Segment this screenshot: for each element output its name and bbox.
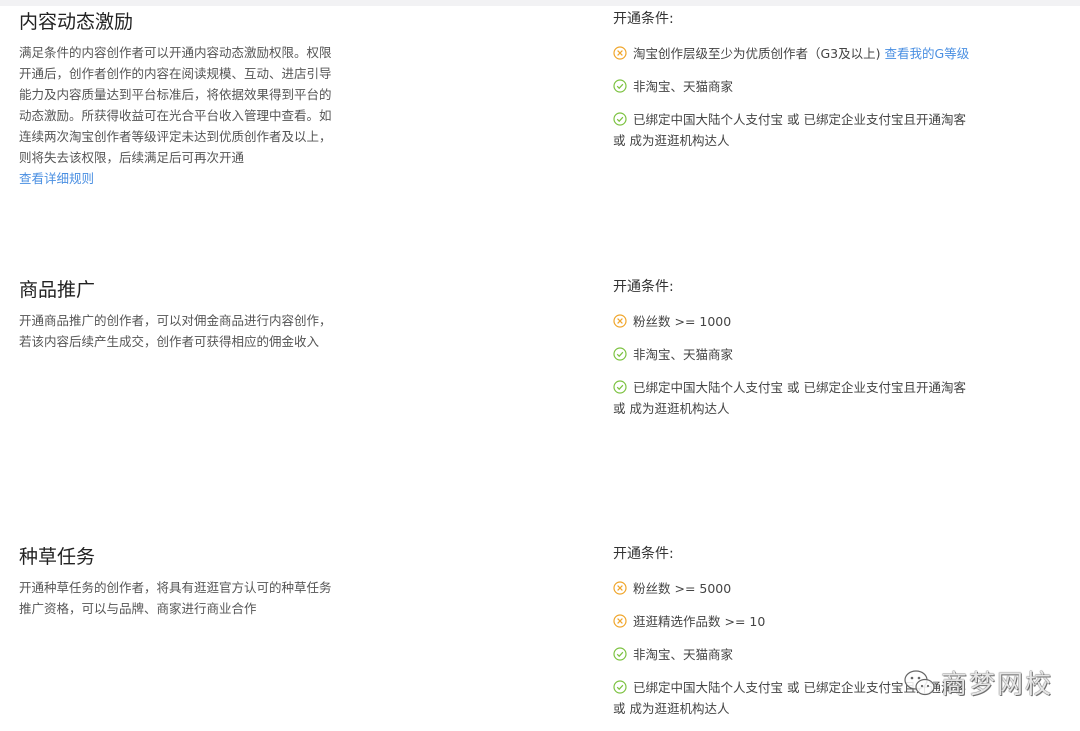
check-icon: [613, 380, 627, 394]
section-info: 种草任务 开通种草任务的创作者，将具有逛逛官方认可的种草任务 推广资格，可以与品…: [19, 545, 364, 619]
check-icon: [613, 680, 627, 694]
cross-icon: [613, 46, 627, 60]
conditions-list: 粉丝数 >= 1000 非淘宝、天猫商家 已绑定中国大陆个人支付宝 或 已绑定企…: [613, 311, 1033, 419]
desc-line: 动态激励。所获得收益可在光合平台收入管理中查看。如: [19, 108, 332, 123]
watermark: 商梦网校: [903, 664, 1053, 701]
check-icon: [613, 112, 627, 126]
desc-line: 推广资格，可以与品牌、商家进行商业合作: [19, 601, 257, 616]
check-icon: [613, 79, 627, 93]
cross-icon: [613, 581, 627, 595]
desc-line: 能力及内容质量达到平台标准后，将依据效果得到平台的: [19, 87, 332, 102]
condition-item: 已绑定中国大陆个人支付宝 或 已绑定企业支付宝且开通淘客 或 成为逛逛机构达人: [613, 109, 1033, 151]
desc-line: 满足条件的内容创作者可以开通内容动态激励权限。权限: [19, 45, 332, 60]
check-icon: [613, 647, 627, 661]
conditions-panel: 开通条件: 粉丝数 >= 5000 逛逛精选作品数 >= 10 非淘宝、天猫商家…: [613, 545, 1033, 731]
condition-text-line2: 或 成为逛逛机构达人: [613, 701, 730, 716]
condition-item: 非淘宝、天猫商家: [613, 76, 1033, 97]
condition-text: 非淘宝、天猫商家: [633, 79, 734, 94]
conditions-panel: 开通条件: 粉丝数 >= 1000 非淘宝、天猫商家 已绑定中国大陆个人支付宝 …: [613, 278, 1033, 431]
section-description: 开通种草任务的创作者，将具有逛逛官方认可的种草任务 推广资格，可以与品牌、商家进…: [19, 577, 364, 619]
condition-text-line2: 或 成为逛逛机构达人: [613, 401, 730, 416]
condition-text: 非淘宝、天猫商家: [633, 647, 734, 662]
watermark-text: 商梦网校: [941, 670, 1054, 700]
condition-text: 已绑定中国大陆个人支付宝 或 已绑定企业支付宝且开通淘客: [633, 112, 966, 127]
section-title: 商品推广: [19, 279, 96, 301]
view-rules-link[interactable]: 查看详细规则: [19, 168, 364, 189]
desc-line: 开通后，创作者创作的内容在阅读规模、互动、进店引导: [19, 66, 332, 81]
top-bar: [0, 0, 1080, 6]
condition-item: 非淘宝、天猫商家: [613, 644, 1033, 665]
condition-text: 粉丝数 >= 5000: [633, 581, 732, 596]
conditions-label: 开通条件:: [613, 279, 674, 295]
conditions-label: 开通条件:: [613, 546, 674, 562]
conditions-list: 淘宝创作层级至少为优质创作者（G3及以上) 查看我的G等级 非淘宝、天猫商家 已…: [613, 43, 1033, 151]
section-description: 满足条件的内容创作者可以开通内容动态激励权限。权限 开通后，创作者创作的内容在阅…: [19, 42, 364, 189]
condition-item: 逛逛精选作品数 >= 10: [613, 611, 1033, 632]
desc-line: 开通商品推广的创作者，可以对佣金商品进行内容创作，: [19, 313, 332, 328]
section-info: 商品推广 开通商品推广的创作者，可以对佣金商品进行内容创作， 若该内容后续产生成…: [19, 278, 364, 352]
condition-item: 粉丝数 >= 5000: [613, 578, 1033, 599]
condition-item: 粉丝数 >= 1000: [613, 311, 1033, 332]
view-g-level-link[interactable]: 查看我的G等级: [885, 46, 970, 61]
section-description: 开通商品推广的创作者，可以对佣金商品进行内容创作， 若该内容后续产生成交，创作者…: [19, 310, 364, 352]
condition-text: 逛逛精选作品数 >= 10: [633, 614, 766, 629]
condition-text: 非淘宝、天猫商家: [633, 347, 734, 362]
conditions-panel: 开通条件: 淘宝创作层级至少为优质创作者（G3及以上) 查看我的G等级 非淘宝、…: [613, 10, 1033, 163]
condition-text: 已绑定中国大陆个人支付宝 或 已绑定企业支付宝且开通淘客: [633, 380, 966, 395]
cross-icon: [613, 614, 627, 628]
section-title: 内容动态激励: [19, 11, 134, 33]
condition-text: 淘宝创作层级至少为优质创作者（G3及以上): [633, 46, 881, 61]
cross-icon: [613, 314, 627, 328]
desc-line: 开通种草任务的创作者，将具有逛逛官方认可的种草任务: [19, 580, 332, 595]
section-info: 内容动态激励 满足条件的内容创作者可以开通内容动态激励权限。权限 开通后，创作者…: [19, 10, 364, 189]
condition-text-line2: 或 成为逛逛机构达人: [613, 133, 730, 148]
desc-line: 连续两次淘宝创作者等级评定未达到优质创作者及以上，: [19, 129, 332, 144]
condition-item: 已绑定中国大陆个人支付宝 或 已绑定企业支付宝且开通淘客 或 成为逛逛机构达人: [613, 377, 1033, 419]
wechat-icon: [903, 668, 937, 698]
desc-line: 若该内容后续产生成交，创作者可获得相应的佣金收入: [19, 334, 320, 349]
check-icon: [613, 347, 627, 361]
condition-item: 淘宝创作层级至少为优质创作者（G3及以上) 查看我的G等级: [613, 43, 1033, 64]
condition-item: 非淘宝、天猫商家: [613, 344, 1033, 365]
section-title: 种草任务: [19, 546, 96, 568]
condition-text: 粉丝数 >= 1000: [633, 314, 732, 329]
conditions-label: 开通条件:: [613, 11, 674, 27]
desc-line: 则将失去该权限，后续满足后可再次开通: [19, 150, 245, 165]
